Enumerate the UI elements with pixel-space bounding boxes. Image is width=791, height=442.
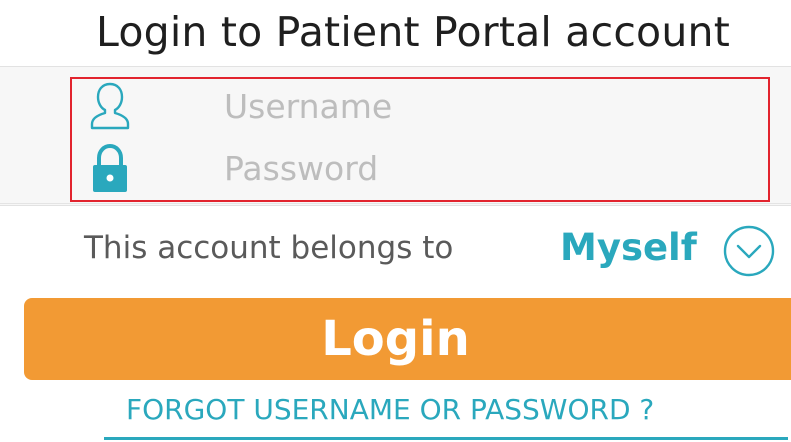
login-screen: Login to Patient Portal account This acc… bbox=[0, 0, 791, 442]
user-icon bbox=[90, 82, 130, 130]
login-button-label: Login bbox=[321, 311, 470, 367]
login-button[interactable]: Login bbox=[24, 298, 791, 380]
password-row bbox=[72, 138, 768, 198]
account-owner-select[interactable]: Myself bbox=[560, 220, 788, 282]
account-owner-label: This account belongs to bbox=[84, 230, 454, 266]
forgot-credentials-link[interactable]: FORGOT USERNAME OR PASSWORD ? bbox=[104, 388, 788, 440]
page-title: Login to Patient Portal account bbox=[96, 8, 730, 56]
account-owner-value: Myself bbox=[560, 226, 697, 269]
username-field[interactable] bbox=[224, 80, 744, 132]
password-field[interactable] bbox=[224, 142, 744, 194]
account-owner-row: This account belongs to Myself bbox=[0, 218, 791, 284]
field-divider bbox=[0, 203, 791, 204]
chevron-down-icon[interactable] bbox=[722, 224, 776, 278]
lock-icon bbox=[93, 143, 127, 192]
username-row bbox=[72, 76, 768, 136]
